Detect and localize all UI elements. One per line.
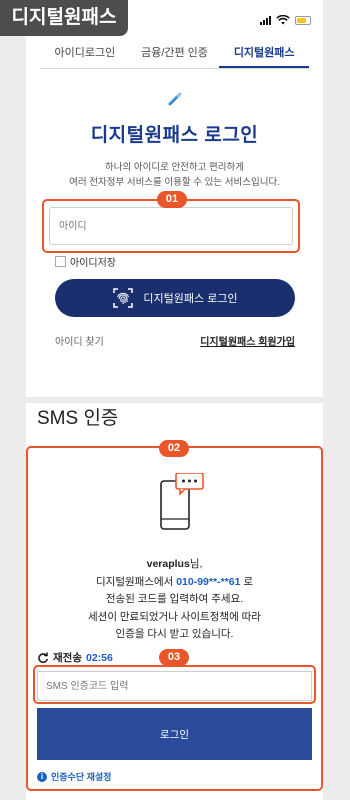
fingerprint-icon [113,288,134,308]
message-text: 인증을 다시 받고 있습니다. [115,628,234,640]
resend-label: 재전송 [53,652,82,664]
phone-message-icon [160,473,204,530]
sms-message: veraplus님, 디지털원패스에서 010-99**-**61 로 전송된 … [26,556,323,644]
resend-button[interactable]: 재전송 02:56 [37,650,113,665]
login-button[interactable]: 로그인 [37,708,312,760]
tab-digital-onepass[interactable]: 디지털원패스 [219,42,310,68]
message-text: 디지털원패스에서 [96,575,177,588]
step-badge-02: 02 [159,440,189,457]
tab-finance-auth[interactable]: 금융/간편 인증 [130,42,220,68]
checkbox[interactable] [55,256,66,267]
message-text: 전송된 코드를 입력하여 주세요. [105,593,244,605]
refresh-icon [38,652,49,663]
button-label: 디지털원패스 로그인 [143,293,238,305]
countdown-timer: 02:56 [85,651,113,664]
status-bar [260,15,311,25]
step-badge-03: 03 [159,649,189,666]
tab-id-login[interactable]: 아이디로그인 [40,42,130,68]
step-badge-01: 01 [157,191,187,208]
highlight-box-03 [33,665,316,704]
phone-number: 010-99**-**61 [176,575,241,588]
user-suffix: 님, [189,558,203,570]
login-links: 아이디 찾기 디지털원패스 회원가입 [55,333,295,348]
username: veraplus [146,558,190,570]
message-text: 세션이 만료되었거나 사이트정책에 따라 [88,610,261,623]
login-tabs: 아이디로그인 금융/간편 인증 디지털원패스 [40,42,310,69]
reset-label: 인증수단 재설정 [51,772,112,782]
info-icon: i [37,771,47,782]
battery-icon [295,15,311,25]
login-panel: 아이디로그인 금융/간편 인증 디지털원패스 디지털원패스 로그인 하나의 아이… [26,0,323,397]
digital-onepass-login-button[interactable]: 디지털원패스 로그인 [55,279,295,317]
sms-auth-title: SMS 인증 [37,408,119,429]
sms-auth-panel: SMS 인증 02 veraplus님, 디지털원패스에서 010-99**-*… [26,403,323,800]
save-id-label: 아이디저장 [70,258,116,269]
signal-icon [260,15,271,25]
service-description: 하나의 아이디로 안전하고 편리하게 여러 전자정부 서비스를 이용할 수 있는… [26,160,323,190]
reset-auth-method-link[interactable]: i 인증수단 재설정 [37,770,111,783]
message-text: 로 [240,575,253,588]
find-id-link[interactable]: 아이디 찾기 [55,333,104,348]
description-line: 여러 전자정부 서비스를 이용할 수 있는 서비스입니다. [69,177,280,188]
signup-link[interactable]: 디지털원패스 회원가입 [200,333,295,348]
page-title: 디지털원패스 로그인 [90,125,259,146]
wifi-icon [276,15,290,25]
description-line: 하나의 아이디로 안전하고 편리하게 [104,162,245,173]
pencil-icon [168,92,182,106]
save-id-checkbox[interactable]: 아이디저장 [55,254,116,269]
corner-label: 디지털원패스 [0,0,128,36]
